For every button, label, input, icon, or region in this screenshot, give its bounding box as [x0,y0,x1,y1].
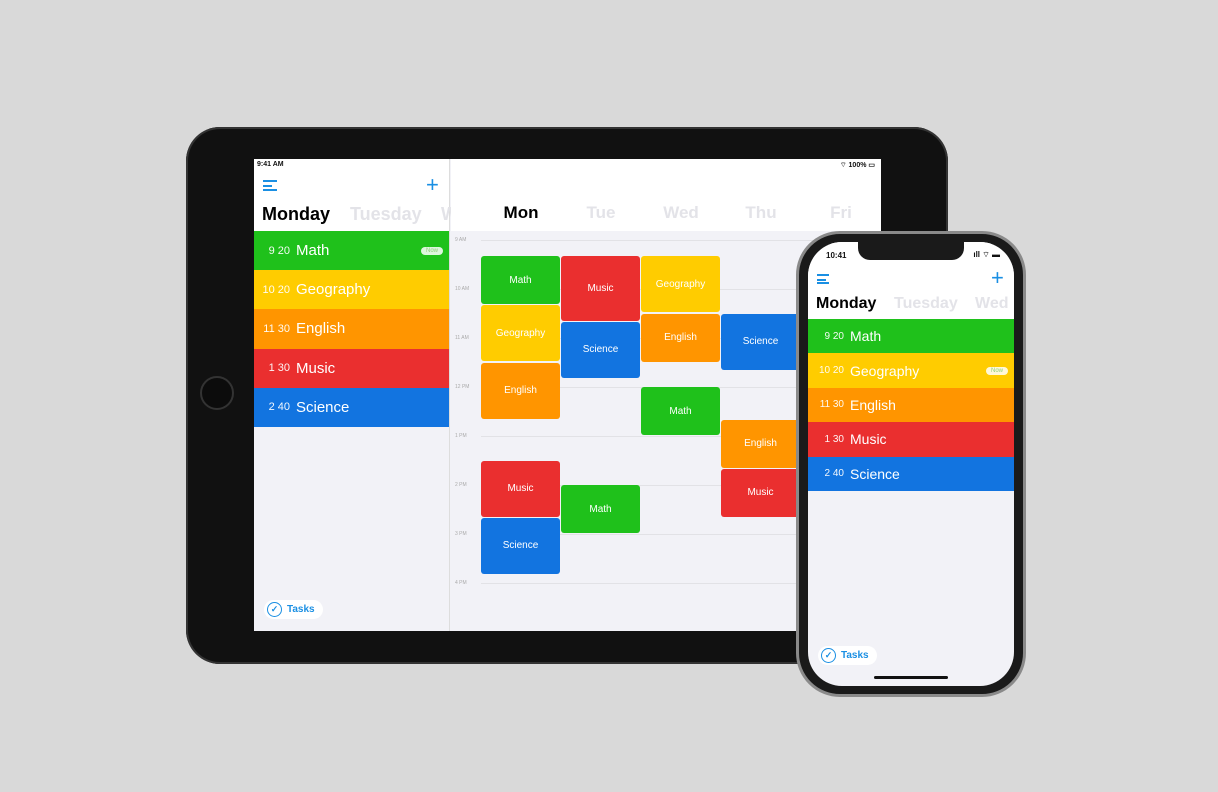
battery-percent: 100% [848,162,867,169]
class-row[interactable]: 10 20 Geography Now [808,353,1014,388]
day-list-pane: 9:41 AM + Monday Tuesday W 9 20 Math Now 10… [254,159,458,631]
class-block[interactable]: English [481,362,560,419]
ipad-screen: 9:41 AM + Monday Tuesday W 9 20 Math Now 10… [254,159,881,631]
class-name: English [850,396,896,413]
class-block[interactable]: Music [481,460,560,517]
week-day-header[interactable]: Tue [561,203,641,223]
class-block[interactable]: English [641,313,720,362]
add-icon[interactable]: + [991,267,1004,289]
now-badge: Now [420,246,443,255]
day-tab-tuesday[interactable]: Tuesday [350,204,422,225]
class-block[interactable]: Science [481,517,560,574]
check-icon: ✓ [821,648,836,663]
signal-wifi-battery-icon: ıll ⌔ ▬ [973,250,1000,259]
week-day-header[interactable]: Mon [481,203,561,223]
hour-label: 11 AM [455,335,469,341]
class-row[interactable]: 9 20 Math [808,319,1014,354]
now-badge: Now [985,366,1008,375]
class-time: 11 30 [819,399,844,411]
class-block[interactable]: Math [481,256,560,305]
tasks-button[interactable]: ✓ Tasks [818,646,877,665]
home-button [200,376,234,410]
class-row[interactable]: 10 20 Geography [254,270,449,310]
class-time: 10 20 [262,283,290,296]
day-tab-wednesday[interactable]: Wed [975,295,1008,313]
notch [858,242,964,260]
class-block[interactable]: Music [721,468,800,517]
status-time: 10:41 [826,251,847,260]
tasks-label: Tasks [841,650,869,661]
class-time: 11 30 [263,322,290,335]
class-name: English [296,320,346,338]
hour-label: 2 PM [455,482,467,488]
class-row[interactable]: 9 20 Math Now [254,231,449,271]
hour-label: 12 PM [455,384,470,390]
week-day-header[interactable]: Thu [721,203,801,223]
class-block[interactable]: English [721,419,800,468]
hour-label: 9 AM [455,237,467,243]
hour-label: 10 AM [455,286,470,292]
class-row[interactable]: 2 40 Science [254,387,449,427]
class-row[interactable]: 1 30 Music [808,422,1014,457]
class-row[interactable]: 11 30 English [254,309,449,349]
class-time: 1 30 [824,433,844,445]
class-time: 1 30 [268,362,290,375]
class-time: 2 40 [824,468,844,480]
class-block[interactable]: Science [561,321,640,378]
tasks-label: Tasks [287,604,315,615]
class-time: 2 40 [268,401,290,414]
check-icon: ✓ [267,602,282,617]
battery-status: ⌔ 100% ▭ [840,162,875,169]
class-block[interactable]: Science [721,313,800,370]
week-day-header[interactable]: Fri [801,203,881,223]
day-tab-tuesday[interactable]: Tuesday [894,295,958,313]
class-block[interactable]: Math [641,387,720,435]
class-name: Geography [850,362,920,379]
class-time: 9 20 [268,244,290,257]
class-time: 9 20 [824,330,844,342]
class-block[interactable]: Music [561,256,640,321]
day-tab-monday[interactable]: Monday [262,204,330,225]
class-name: Science [850,465,900,482]
class-row[interactable]: 11 30 English [808,387,1014,423]
week-day-header[interactable]: Wed [641,203,721,223]
menu-icon[interactable] [817,274,829,284]
class-name: Geography [296,281,371,299]
class-row[interactable]: 1 30 Music [254,348,449,388]
class-block[interactable]: Geography [641,256,720,313]
menu-icon[interactable] [263,180,277,191]
class-block[interactable]: Geography [481,305,560,362]
class-name: Math [850,328,882,345]
status-time: 9:41 AM [257,161,284,168]
hour-label: 4 PM [455,580,467,586]
iphone-screen: 10:41 ıll ⌔ ▬ + Monday Tuesday Wed 9 20 M… [808,242,1014,686]
class-name: Music [850,431,887,448]
hour-label: 3 PM [455,531,467,537]
class-block[interactable]: Math [561,485,640,533]
home-indicator[interactable] [874,676,948,679]
class-name: Music [296,359,336,377]
class-row[interactable]: 2 40 Science [808,456,1014,491]
class-time: 10 20 [818,365,844,377]
tasks-button[interactable]: ✓ Tasks [264,600,323,619]
add-icon[interactable]: + [426,174,439,196]
class-name: Science [296,398,350,416]
hour-label: 1 PM [455,433,467,439]
class-name: Math [296,242,330,260]
day-tab-monday[interactable]: Monday [816,295,876,313]
